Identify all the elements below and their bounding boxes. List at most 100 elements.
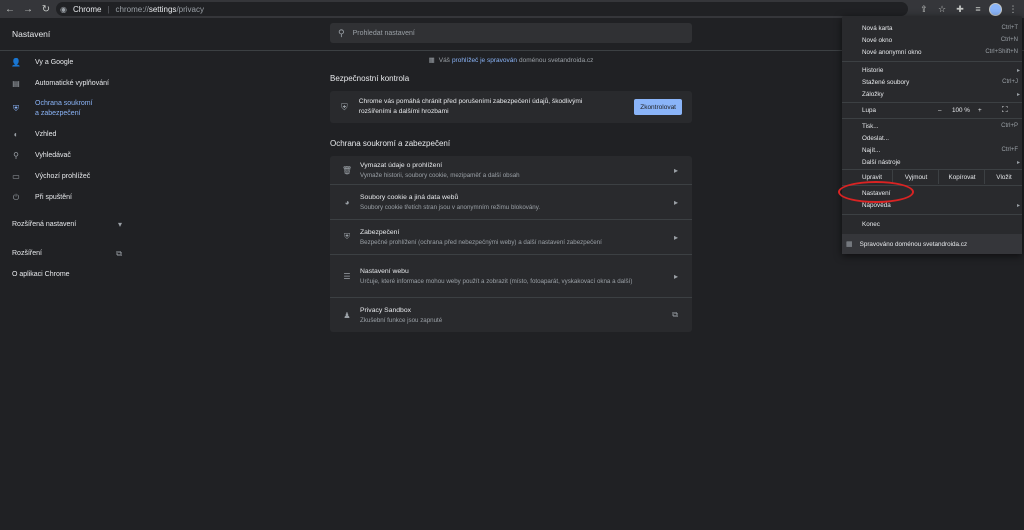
trash-icon: 🗑: [341, 165, 353, 175]
shield-icon: ⛨: [13, 104, 19, 113]
menu-item-label: Konec: [862, 220, 880, 228]
safety-check-heading: Bezpečnostní kontrola: [330, 74, 410, 83]
row-privacy-sandbox[interactable]: ♟ Privacy Sandbox Zkušební funkce jsou z…: [330, 297, 692, 332]
menu-item-label: Najít...: [862, 146, 881, 154]
menu-item-label: Odeslat...: [862, 134, 889, 142]
menu-item-find[interactable]: Najít... Ctrl+F: [842, 144, 1022, 156]
sidebar-item-you-and-google[interactable]: 👤 Vy a Google: [0, 52, 130, 73]
menu-item-bookmarks[interactable]: Záložky ▸: [842, 88, 1022, 100]
zoom-in-button[interactable]: +: [978, 107, 982, 114]
sidebar-item-privacy[interactable]: ⛨ Ochrana soukromí a zabezpečení: [0, 94, 130, 124]
sidebar-item-label-line1: Ochrana soukromí: [35, 100, 93, 107]
sidebar-item-autofill[interactable]: ▤ Automatické vyplňování: [0, 73, 130, 94]
paste-button[interactable]: Vložit: [984, 170, 1023, 184]
sidebar-item-label-line2: a zabezpečení: [35, 110, 81, 117]
row-description: Zkušební funkce jsou zapnuté: [360, 316, 443, 324]
row-description: Určuje, které informace mohou weby použí…: [360, 277, 633, 285]
bookmark-star-icon[interactable]: ☆: [935, 2, 949, 16]
check-now-button[interactable]: Zkontrolovat: [634, 99, 682, 115]
sidebar-item-default-browser[interactable]: ▭ Výchozí prohlížeč: [0, 166, 130, 187]
sidebar-item-on-startup[interactable]: ⏻ Při spuštění: [0, 187, 130, 208]
sidebar-item-label: Automatické vyplňování: [35, 79, 109, 87]
settings-search-input[interactable]: ⚲ Prohledat nastavení: [330, 23, 692, 43]
menu-item-new-window[interactable]: Nové okno Ctrl+N: [842, 34, 1022, 46]
chevron-right-icon: ▸: [1016, 67, 1020, 74]
menu-item-shortcut: Ctrl+Shift+N: [985, 49, 1018, 55]
autofill-icon: ▤: [12, 79, 20, 88]
managed-notice-icon: ▦: [428, 57, 435, 64]
chevron-right-icon: ▸: [673, 197, 678, 207]
menu-item-label: Záložky: [862, 90, 884, 98]
site-label: Chrome: [72, 4, 102, 14]
copy-button[interactable]: Kopírovat: [938, 170, 985, 184]
menu-item-label: Nové anonymní okno: [862, 48, 922, 56]
menu-item-cast[interactable]: Odeslat...: [842, 132, 1022, 144]
row-clear-browsing-data[interactable]: 🗑 Vymazat údaje o prohlížení Vymaže hist…: [330, 156, 692, 184]
sidebar-item-appearance[interactable]: ◐ Vzhled: [0, 124, 130, 145]
sidebar-item-label: Rozšířená nastavení: [12, 221, 77, 228]
forward-icon[interactable]: →: [21, 2, 35, 16]
chevron-down-icon: ▾: [117, 220, 122, 229]
extensions-puzzle-icon[interactable]: ✚: [953, 2, 967, 16]
row-title: Soubory cookie a jiná data webů: [360, 193, 459, 201]
privacy-heading: Ochrana soukromí a zabezpečení: [330, 139, 451, 148]
menu-item-downloads[interactable]: Stažené soubory Ctrl+J: [842, 76, 1022, 88]
chevron-right-icon: ▸: [1016, 91, 1020, 98]
sidebar-item-advanced[interactable]: Rozšířená nastavení ▾: [0, 214, 130, 235]
open-in-new-icon: ⧉: [672, 310, 678, 319]
fullscreen-icon[interactable]: ⛶: [1002, 105, 1008, 115]
sidebar-item-about-chrome[interactable]: O aplikaci Chrome: [0, 264, 130, 285]
reading-list-icon[interactable]: ≡: [971, 2, 985, 16]
url-scheme: chrome://: [115, 4, 149, 14]
row-site-settings[interactable]: ☰ Nastavení webu Určuje, které informace…: [330, 254, 692, 297]
site-info-icon[interactable]: ◉: [60, 5, 67, 14]
menu-divider: [842, 118, 1022, 119]
sidebar-item-label: Vyhledávač: [35, 151, 71, 159]
menu-item-managed[interactable]: ▦ Spravováno doménou svetandroida.cz: [842, 234, 1022, 254]
menu-item-shortcut: Ctrl+P: [1001, 123, 1018, 129]
row-text: Privacy Sandbox Zkušební funkce jsou zap…: [360, 306, 650, 325]
menu-item-new-tab[interactable]: Nová karta Ctrl+T: [842, 22, 1022, 34]
row-title: Nastavení webu: [360, 267, 409, 275]
reload-icon[interactable]: ↻: [39, 2, 53, 16]
menu-item-label: Nové okno: [862, 36, 893, 44]
sidebar-item-label: O aplikaci Chrome: [12, 271, 70, 278]
row-security[interactable]: ⛨ Zabezpečení Bezpečné prohlížení (ochra…: [330, 219, 692, 254]
profile-avatar[interactable]: [989, 2, 1002, 16]
managed-notice-link[interactable]: prohlížeč je spravován: [452, 57, 517, 64]
menu-item-label: Lupa: [862, 106, 877, 114]
cut-button[interactable]: Vyjmout: [892, 170, 939, 184]
browser-window-icon: ▭: [12, 172, 20, 181]
address-bar[interactable]: ◉ Chrome | chrome://settings/privacy: [56, 2, 908, 16]
menu-item-zoom: Lupa – 100 % + ⛶: [842, 104, 1022, 116]
menu-item-label: Historie: [862, 66, 884, 74]
row-text: Vymazat údaje o prohlížení Vymaže histor…: [360, 161, 650, 180]
chevron-right-icon: ▸: [1016, 159, 1020, 166]
menu-item-label: Stažené soubory: [862, 78, 910, 86]
sidebar-item-extensions[interactable]: Rozšíření ⧉: [0, 243, 130, 264]
search-icon: ⚲: [338, 27, 345, 38]
sidebar-item-search-engine[interactable]: ⚲ Vyhledávač: [0, 145, 130, 166]
menu-item-shortcut: Ctrl+J: [1002, 79, 1018, 85]
menu-item-shortcut: Ctrl+N: [1000, 37, 1018, 43]
back-icon[interactable]: ←: [3, 2, 17, 16]
settings-sidebar: 👤 Vy a Google ▤ Automatické vyplňování ⛨…: [0, 52, 130, 285]
menu-item-label: Nová karta: [862, 24, 893, 32]
menu-item-new-incognito[interactable]: Nové anonymní okno Ctrl+Shift+N: [842, 46, 1022, 58]
url-path-rest: /privacy: [176, 4, 204, 14]
share-icon[interactable]: ⇪: [917, 2, 931, 16]
menu-item-print[interactable]: Tisk... Ctrl+P: [842, 120, 1022, 132]
person-icon: 👤: [11, 58, 21, 67]
search-placeholder: Prohledat nastavení: [352, 29, 415, 37]
menu-item-history[interactable]: Historie ▸: [842, 64, 1022, 76]
safety-check-description: Chrome vás pomáhá chránit před porušením…: [358, 98, 583, 115]
page-title: Nastavení: [12, 29, 51, 39]
flask-icon: ♟: [343, 310, 351, 320]
kebab-menu-icon[interactable]: ⋮: [1006, 2, 1020, 16]
managed-notice: ▦ Váš prohlížeč je spravován doménou sve…: [330, 52, 692, 68]
menu-item-more-tools[interactable]: Další nástroje ▸: [842, 156, 1022, 168]
open-in-new-icon: ⧉: [116, 248, 122, 258]
row-cookies[interactable]: ◕ Soubory cookie a jiná data webů Soubor…: [330, 184, 692, 219]
menu-item-exit[interactable]: Konec: [842, 218, 1022, 230]
zoom-out-button[interactable]: –: [938, 107, 942, 114]
